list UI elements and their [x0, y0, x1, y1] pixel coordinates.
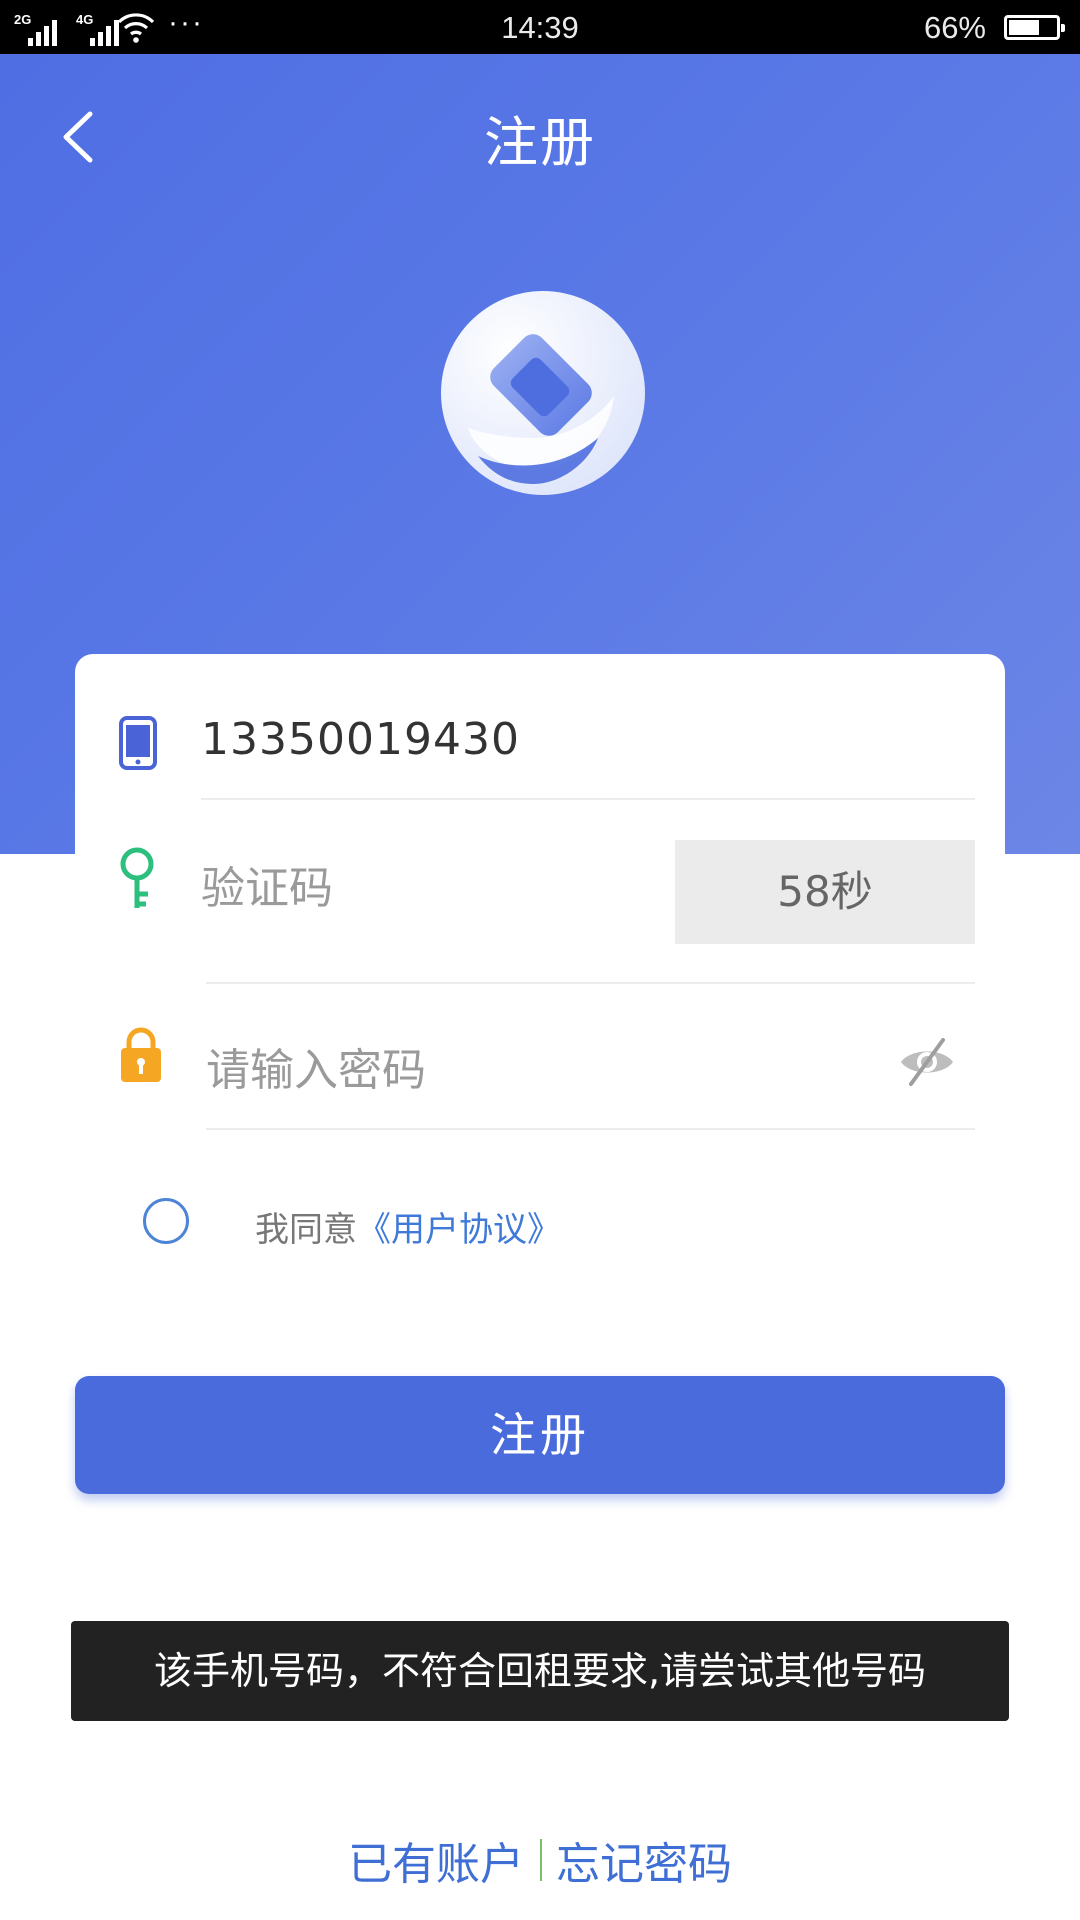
- lock-icon: [121, 1027, 161, 1082]
- agreement-radio[interactable]: [143, 1198, 189, 1244]
- password-row: 请输入密码: [75, 984, 1005, 1130]
- battery-percent: 66%: [923, 10, 986, 45]
- register-form-card: 13350019430 验证码 58秒 请输入密码 我同意《用户协议》: [75, 654, 1005, 1274]
- password-visibility-toggle[interactable]: [897, 1034, 957, 1090]
- password-input[interactable]: 请输入密码: [206, 1034, 426, 1098]
- mobile-phone-icon: [119, 716, 157, 770]
- divider: [206, 1128, 975, 1130]
- forgot-password-link[interactable]: 忘记密码: [556, 1828, 732, 1892]
- eye-hidden-icon: [901, 1038, 953, 1086]
- bottom-links: 已有账户 忘记密码: [0, 1830, 1080, 1890]
- phone-number-field[interactable]: 13350019430: [201, 714, 520, 765]
- phone-row: 13350019430: [75, 654, 1005, 800]
- app-logo-icon: [441, 291, 645, 495]
- error-toast: 该手机号码，不符合回租要求,请尝试其他号码: [71, 1621, 1009, 1721]
- verification-code-input[interactable]: 验证码: [201, 852, 333, 916]
- clock: 14:39: [501, 10, 579, 45]
- agreement-text: 我同意《用户协议》: [255, 1202, 561, 1251]
- link-separator: [540, 1839, 542, 1881]
- have-account-link[interactable]: 已有账户: [348, 1828, 524, 1892]
- key-icon: [120, 847, 154, 908]
- register-screen: 2G 4G ··· 14:39 66% 注册 13350019430 验证码 5…: [0, 0, 1080, 1920]
- user-agreement-link[interactable]: 《用户协议》: [357, 1210, 561, 1250]
- register-button[interactable]: 注册: [75, 1376, 1005, 1494]
- resend-code-countdown-button[interactable]: 58秒: [675, 840, 975, 944]
- agreement-prefix: 我同意: [255, 1210, 357, 1250]
- battery-icon: [1004, 15, 1065, 40]
- status-bar: 2G 4G ··· 14:39 66%: [0, 0, 1080, 54]
- page-title: 注册: [484, 111, 596, 174]
- battery-level-fill: [1009, 20, 1039, 35]
